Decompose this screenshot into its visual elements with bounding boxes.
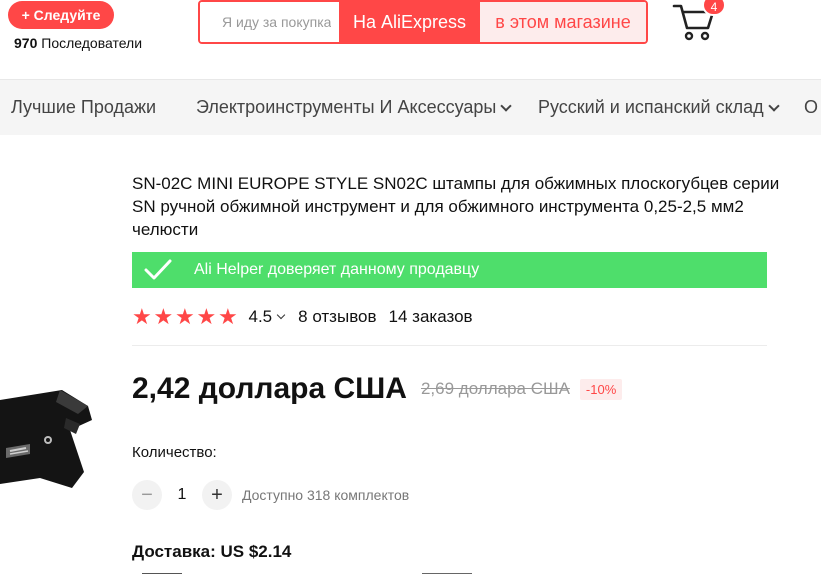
- followers-label: Последователи: [41, 35, 143, 51]
- price-row: 2,42 доллара США 2,69 доллара США -10%: [132, 370, 623, 408]
- current-price: 2,42 доллара США: [132, 372, 407, 405]
- star-icon: ★: [132, 304, 152, 329]
- quantity-value[interactable]: 1: [162, 486, 202, 504]
- reviews-count[interactable]: 8 отзывов: [298, 307, 376, 327]
- trust-text: Ali Helper доверяет данному продавцу: [194, 261, 480, 278]
- scrollbar[interactable]: [821, 0, 835, 574]
- shipping-details-cutoff: [132, 566, 632, 574]
- quantity-label: Количество:: [132, 444, 217, 461]
- followers-count: 970 Последователи: [14, 35, 142, 51]
- star-icon: ★: [153, 304, 174, 329]
- nav-item-label: Лучшие Продажи: [11, 97, 157, 117]
- follow-store-button[interactable]: + Следуйте: [8, 1, 114, 29]
- search-on-aliexpress-button[interactable]: На AliExpress: [339, 2, 480, 42]
- nav-item-label: Электроинструменты И Аксессуары: [196, 97, 497, 117]
- minus-icon: −: [141, 484, 153, 506]
- rating-value[interactable]: 4.5: [249, 307, 273, 327]
- nav-item-warehouse[interactable]: Русский и испанский склад: [538, 80, 780, 135]
- chevron-down-icon: [768, 100, 780, 112]
- star-icon: ★: [218, 304, 238, 329]
- star-icon: ★: [175, 304, 195, 329]
- followers-number: 970: [14, 35, 38, 51]
- plus-icon: +: [211, 484, 223, 506]
- nav-item-power-tools[interactable]: Электроинструменты И Аксессуары: [196, 80, 513, 135]
- crimper-die-image: [0, 390, 92, 488]
- chevron-down-icon[interactable]: [276, 310, 286, 320]
- cart-button[interactable]: 4: [672, 0, 732, 42]
- nav-item-label: Русский и испанский склад: [538, 97, 764, 117]
- quantity-stepper: − 1 + Доступно 318 комплектов: [132, 479, 409, 511]
- available-stock: Доступно 318 комплектов: [242, 487, 410, 503]
- check-icon: [144, 259, 172, 280]
- store-nav: Лучшие Продажи Электроинструменты И Аксе…: [0, 80, 835, 135]
- nav-item-best-sellers[interactable]: Лучшие Продажи: [11, 80, 156, 135]
- product-title: SN-02C MINI EUROPE STYLE SN02C штампы дл…: [132, 174, 780, 239]
- decrease-quantity-button[interactable]: −: [132, 480, 162, 510]
- cart-count-badge: 4: [702, 0, 726, 16]
- seller-trust-banner: Ali Helper доверяет данному продавцу: [132, 252, 767, 288]
- rating-stars: ★ ★ ★ ★ ★: [132, 306, 240, 328]
- discount-badge: -10%: [579, 378, 623, 400]
- search-input[interactable]: [200, 2, 339, 42]
- nav-item-about[interactable]: О: [804, 80, 818, 135]
- star-icon: ★: [196, 304, 217, 329]
- product-image[interactable]: [0, 378, 92, 508]
- shipping-cost: Доставка: US $2.14: [132, 542, 292, 561]
- chevron-down-icon: [500, 100, 513, 112]
- search-in-store-button[interactable]: в этом магазине: [480, 2, 646, 42]
- nav-item-label: О: [804, 97, 819, 117]
- increase-quantity-button[interactable]: +: [202, 480, 232, 510]
- original-price: 2,69 доллара США: [420, 379, 570, 398]
- rating-row: ★ ★ ★ ★ ★ 4.5 8 отзывов 14 заказов: [132, 306, 473, 328]
- divider: [132, 345, 767, 346]
- store-search: На AliExpress в этом магазине: [198, 0, 648, 44]
- orders-count: 14 заказов: [388, 307, 473, 326]
